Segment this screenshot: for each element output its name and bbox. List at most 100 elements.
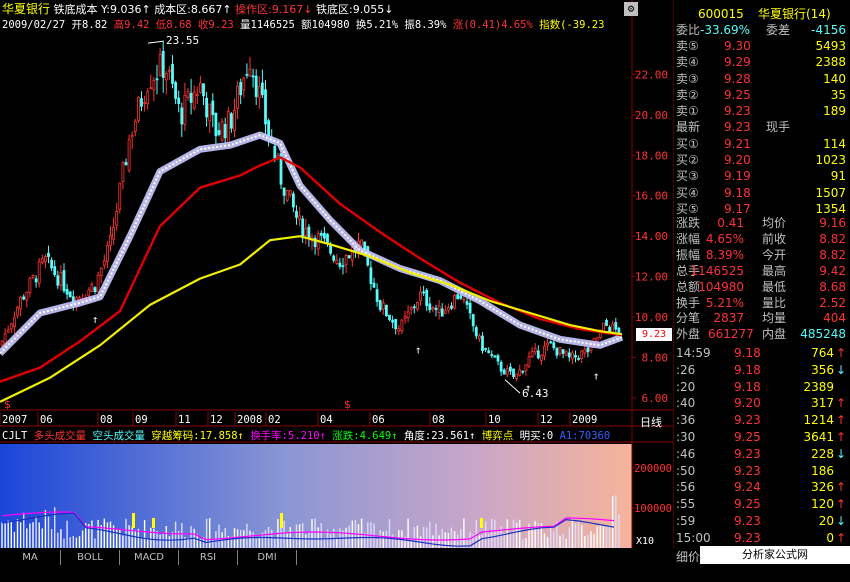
candle-body: [25, 291, 29, 301]
candle-body: [155, 78, 159, 81]
candle-body: [540, 354, 543, 361]
candle-body: [307, 226, 311, 240]
tick-price: 9.25: [734, 497, 761, 512]
candle-body: [338, 262, 342, 267]
candle-body: [369, 267, 373, 284]
tab-rsi[interactable]: RSI: [179, 550, 238, 565]
stock-name-panel: 华夏银行(14): [758, 7, 831, 21]
short-vol-label: 空头成交量: [92, 430, 145, 442]
stat-value-2: 404: [823, 311, 846, 326]
candle-body: [571, 352, 574, 360]
candle-body: [118, 182, 122, 210]
split-marker: $: [344, 398, 351, 411]
bottom-value: 铁底区:9.055↓: [316, 3, 394, 16]
stat-label-2: 前收: [762, 231, 787, 246]
stat-value-2: 9.16: [819, 216, 846, 230]
bid-row: 买② 9.20 1023: [674, 152, 850, 168]
candle-body: [291, 193, 295, 208]
tick-row: :26 9.18 356 ↓: [674, 362, 850, 378]
split-marker: $: [4, 398, 11, 411]
quote-close: 收9.23: [197, 19, 234, 31]
candle-body: [347, 255, 351, 259]
candle-body: [0, 340, 4, 346]
candle-body: [47, 252, 50, 257]
ask-row: 卖③ 9.28 140: [674, 71, 850, 87]
tick-row: 15:00 9.23 0 ↑: [674, 530, 850, 546]
quote-amount: 额104980: [301, 19, 350, 31]
candle-body: [102, 260, 106, 266]
quote-line: 2009/02/27 开8.82 高9.42 低8.68 收9.23 量1146…: [2, 18, 604, 32]
tab-dmi[interactable]: DMI: [238, 550, 297, 565]
candle-body: [254, 75, 258, 97]
tick-time: 15:00: [676, 530, 711, 545]
ask-label: 卖⑤: [676, 39, 699, 53]
ask-row: 卖① 9.23 189: [674, 103, 850, 119]
tab-macd[interactable]: MACD: [120, 550, 179, 565]
current-hand-label: 现手: [766, 120, 791, 134]
y-tick-label: 8.00: [642, 351, 669, 364]
x-tick-label: 10: [488, 414, 501, 426]
tick-time: :36: [676, 413, 696, 428]
bid-price: 9.19: [724, 169, 751, 184]
candle-body: [208, 103, 212, 122]
candle-body: [546, 342, 549, 346]
candle-body: [384, 304, 388, 317]
x-tick-label: 08: [100, 414, 113, 426]
candle-body: [304, 228, 308, 236]
candle-body: [443, 310, 447, 314]
candle-body: [409, 306, 413, 310]
stat-label: 分笔: [676, 311, 701, 326]
candle-body: [400, 319, 404, 332]
candle-body: [121, 162, 125, 182]
bid-volume: 1023: [815, 153, 846, 168]
candle-body: [335, 259, 339, 264]
tick-price: 9.23: [734, 530, 761, 545]
candle-body: [329, 244, 333, 254]
candle-body: [152, 80, 156, 91]
candle-body: [248, 68, 252, 77]
settings-icon[interactable]: ⚙: [624, 2, 638, 16]
tab-boll[interactable]: BOLL: [61, 550, 120, 565]
ask-price: 9.30: [724, 39, 751, 53]
candle-body: [381, 302, 385, 310]
candle-body: [171, 63, 174, 84]
tick-time: :26: [676, 362, 696, 377]
volume-signal-bar: [280, 513, 283, 528]
buy-arrow-icon: ↑: [525, 382, 532, 395]
tab-ma[interactable]: MA: [0, 550, 61, 565]
candle-body: [527, 356, 531, 367]
candle-body: [422, 291, 426, 294]
candle-body: [143, 102, 147, 104]
stat-value: 1146525: [690, 263, 744, 278]
tick-direction: ↑: [835, 413, 846, 428]
candle-body: [183, 94, 187, 125]
x-tick-label: 11: [178, 414, 191, 426]
indicator-tab-bar: MA BOLL MACD RSI DMI: [0, 549, 674, 566]
ask-volume: 140: [823, 71, 846, 86]
candle-body: [174, 82, 178, 99]
candle-body: [462, 298, 466, 301]
candle-body: [12, 317, 16, 328]
candle-body: [456, 294, 460, 300]
quote-date: 2009/02/27: [2, 19, 66, 31]
candle-body: [518, 369, 522, 376]
tick-time: :20: [676, 379, 696, 394]
candle-body: [372, 282, 376, 288]
candle-body: [375, 289, 379, 302]
y-tick-label: 16.00: [635, 190, 668, 203]
tick-volume: 356: [811, 362, 834, 377]
candle-body: [567, 352, 571, 358]
tick-price: 9.18: [734, 362, 761, 377]
candle-body: [251, 75, 255, 78]
tick-time: 14:59: [676, 346, 711, 360]
candle-body: [425, 289, 429, 307]
bid-volume: 1507: [815, 185, 846, 200]
candle-body: [419, 291, 422, 302]
candle-body: [440, 308, 444, 317]
candle-body: [273, 145, 277, 160]
period-label[interactable]: 日线: [640, 414, 662, 430]
long-vol-label: 多头成交量: [33, 430, 87, 442]
y-tick-label: 22.00: [635, 68, 668, 81]
candle-body: [543, 345, 546, 357]
candle-body: [186, 91, 190, 98]
